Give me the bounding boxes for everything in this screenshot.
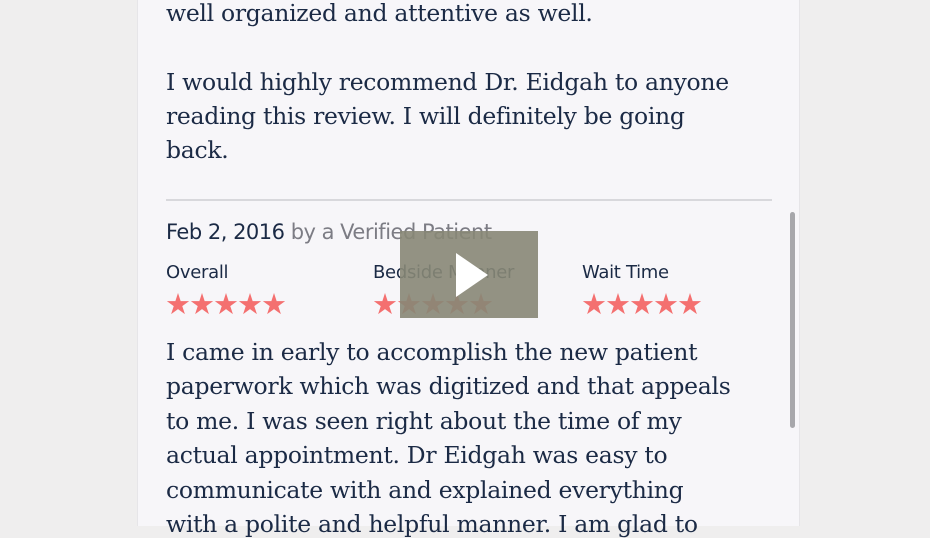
rating-label-overall: Overall: [166, 262, 229, 283]
review-text-line: paperwork which was digitized and that a…: [166, 372, 731, 400]
review-text-line: I came in early to accomplish the new pa…: [166, 338, 698, 366]
rating-label-wait-time: Wait Time: [582, 262, 669, 283]
review-divider: [166, 199, 772, 201]
review-text-line: back.: [166, 136, 229, 164]
review-text-line: actual appointment. Dr Eidgah was easy t…: [166, 441, 668, 469]
review-text-line: reading this review. I will definitely b…: [166, 102, 685, 130]
review-date: Feb 2, 2016: [166, 220, 285, 244]
star-rating-overall: ★★★★★: [165, 287, 287, 321]
star-rating-wait-time: ★★★★★: [581, 287, 703, 321]
review-text-line: to me. I was seen right about the time o…: [166, 407, 682, 435]
play-button[interactable]: [400, 231, 538, 318]
review-text-line: well organized and attentive as well.: [166, 0, 593, 27]
review-text-line: with a polite and helpful manner. I am g…: [166, 510, 698, 538]
play-icon: [456, 253, 488, 297]
review-text-line: I would highly recommend Dr. Eidgah to a…: [166, 68, 729, 96]
review-text-line: communicate with and explained everythin…: [166, 476, 684, 504]
scrollbar[interactable]: [790, 212, 795, 428]
